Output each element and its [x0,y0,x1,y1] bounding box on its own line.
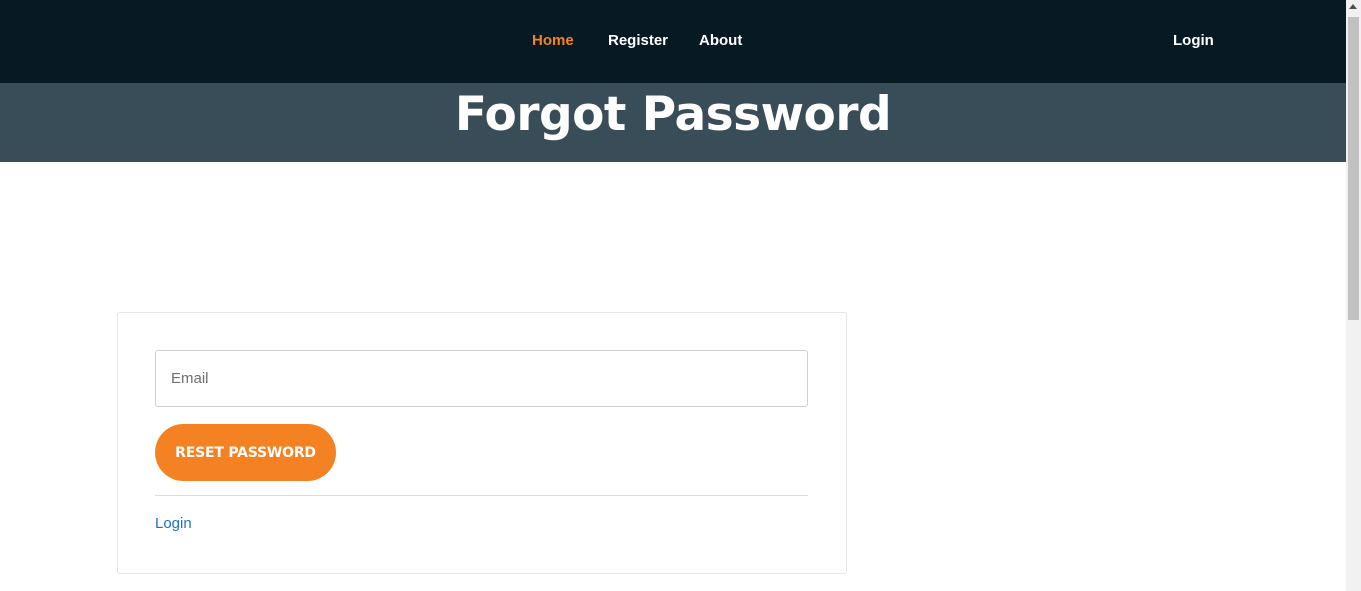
scroll-up-arrow-icon[interactable] [1349,4,1357,9]
email-field[interactable] [155,350,808,407]
page-title: Forgot Password [454,87,892,142]
reset-password-button[interactable]: RESET PASSWORD [155,424,336,481]
divider [155,495,808,496]
nav-login-link[interactable]: Login [1173,31,1214,51]
vertical-scrollbar[interactable] [1346,0,1361,591]
nav-home-link[interactable]: Home [532,31,574,51]
forgot-password-card: RESET PASSWORD Login [117,312,847,574]
nav-register-link[interactable]: Register [608,31,668,51]
top-navbar: Home Register About Login [0,0,1346,83]
page-header-banner: Forgot Password [0,83,1346,162]
login-link[interactable]: Login [155,514,192,534]
nav-about-link[interactable]: About [699,31,742,51]
scrollbar-thumb[interactable] [1348,17,1359,320]
